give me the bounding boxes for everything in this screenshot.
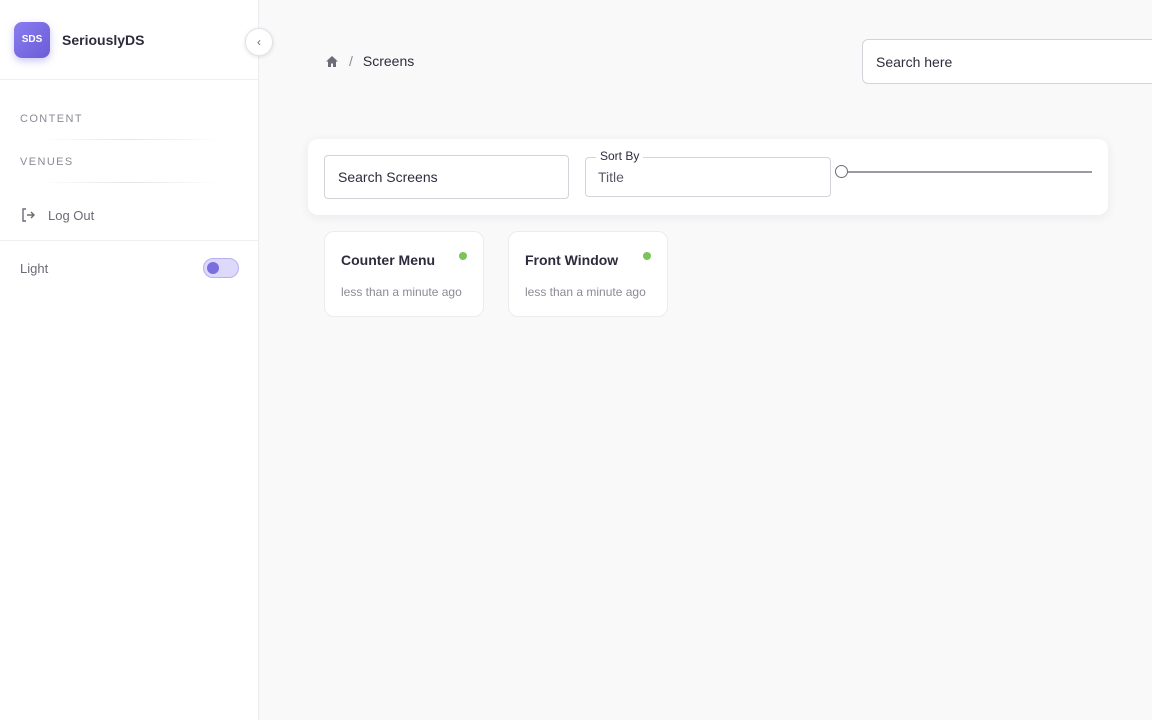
breadcrumb-separator: / (349, 53, 353, 69)
logout-button[interactable]: Log Out (20, 207, 94, 223)
sidebar-collapse-button[interactable]: ‹ (245, 28, 273, 56)
size-slider[interactable] (835, 165, 1092, 178)
divider (0, 240, 259, 241)
logout-label: Log Out (48, 207, 95, 223)
breadcrumb-current: Screens (362, 53, 415, 69)
status-dot (643, 252, 651, 260)
screen-card-title: Counter Menu (341, 252, 436, 268)
chevron-left-icon: ‹ (257, 35, 261, 49)
app-name: SeriouslyDS (62, 31, 145, 48)
sidebar: SDS SeriouslyDS CONTENT VENUES Log Out L… (0, 0, 259, 720)
screen-card-title: Front Window (525, 252, 619, 268)
global-search-input[interactable]: Search here (862, 39, 1152, 84)
section-divider (40, 139, 220, 140)
screen-search-placeholder: Search Screens (338, 169, 438, 185)
brand[interactable]: SDS SeriouslyDS (0, 0, 258, 80)
slider-thumb[interactable] (835, 165, 848, 178)
theme-label: Light (20, 260, 49, 276)
screen-card-updated: less than a minute ago (525, 285, 646, 299)
home-icon[interactable] (325, 55, 339, 68)
theme-row: Light (20, 258, 239, 278)
global-search-placeholder: Search here (876, 53, 953, 70)
screen-card[interactable]: Front Window less than a minute ago (508, 231, 668, 317)
screen-search-input[interactable]: Search Screens (324, 155, 569, 199)
sort-by-select[interactable]: Sort By Title (585, 149, 831, 197)
logout-icon (22, 208, 35, 222)
breadcrumb: / Screens (325, 53, 414, 69)
theme-toggle[interactable] (203, 258, 239, 278)
status-dot (459, 252, 467, 260)
sort-by-label: Sort By (596, 149, 644, 163)
screen-card-updated: less than a minute ago (341, 285, 462, 299)
screen-card[interactable]: Counter Menu less than a minute ago (324, 231, 484, 317)
app-logo: SDS (14, 21, 50, 58)
sidebar-section-venues[interactable]: VENUES (20, 156, 74, 168)
sort-by-value: Title (598, 169, 624, 185)
sidebar-section-content[interactable]: CONTENT (20, 113, 83, 125)
filter-panel: Search Screens Sort By Title (308, 139, 1108, 215)
section-divider (40, 182, 220, 183)
